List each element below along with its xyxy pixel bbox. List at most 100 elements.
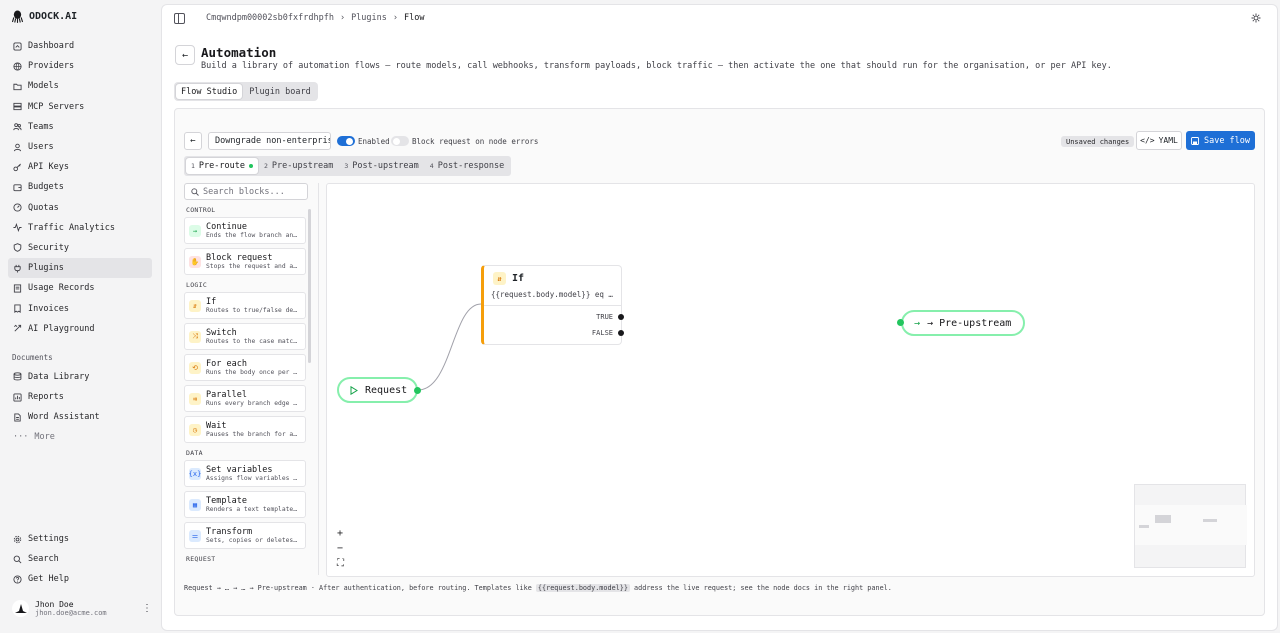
sidebar-item-usage-records[interactable]: Usage Records (8, 278, 152, 298)
stage-number: 1 (191, 162, 195, 170)
sidebar-item-label: Budgets (28, 182, 64, 193)
active-dot-icon (248, 164, 253, 168)
flow-canvas[interactable]: Request ⇵ If {{request.body.model}} eq …… (326, 183, 1255, 577)
block-icon: ⚌ (189, 529, 201, 542)
block-on-error-toggle[interactable] (391, 136, 409, 146)
sidebar-bottom: Settings Search Get Help (8, 529, 152, 590)
block-for-each[interactable]: ⟲ For each Runs the body once per item (184, 354, 306, 381)
sidebar-item-label: Search (28, 554, 59, 565)
yaml-button[interactable]: </> YAML (1136, 131, 1182, 150)
help-code: {{request.body.model}} (535, 584, 630, 592)
sidebar-item-label: AI Playground (28, 323, 95, 334)
stage-tab-pre-route[interactable]: 1 Pre-route (186, 158, 258, 174)
sidebar-item-users[interactable]: Users (8, 137, 152, 157)
user-menu[interactable]: Jhon Doe jhon.doe@acme.com ⋮ (12, 600, 152, 617)
search-blocks-input[interactable]: Search blocks... (184, 183, 308, 200)
block-text: ContinueEnds the flow branch and continu… (206, 222, 300, 239)
flow-back-button[interactable]: ← (184, 132, 202, 150)
minimap[interactable] (1134, 484, 1247, 568)
sidebar-item-invoices[interactable]: Invoices (8, 298, 152, 318)
block-description: Runs every branch edge concurrently (206, 400, 300, 407)
sidebar-item-data-library[interactable]: Data Library (8, 367, 152, 387)
pre-upstream-input-handle[interactable] (897, 319, 904, 326)
sidebar-item-search[interactable]: Search (8, 549, 152, 569)
block-wait[interactable]: ◷ WaitPauses the branch for a delay (184, 416, 306, 443)
fit-view-icon[interactable]: ⛶ (337, 558, 344, 569)
sidebar-item-dashboard[interactable]: Dashboard (8, 36, 152, 56)
block-block-request[interactable]: ✋ Block requestStops the request and answ… (184, 248, 306, 275)
zoom-out-icon[interactable]: − (337, 543, 344, 554)
zoom-controls: + − ⛶ (337, 528, 344, 569)
flow-name-input[interactable]: Downgrade non-enterprise (208, 132, 331, 150)
help-suffix: address the live request; see the node d… (629, 584, 892, 592)
breadcrumb-org[interactable]: Cmqwndpm00002sb0fxfrdhpfh (206, 13, 334, 23)
sidebar-item-mcp-servers[interactable]: MCP Servers (8, 97, 152, 117)
stage-number: 2 (263, 162, 268, 170)
breadcrumb-plugins[interactable]: Plugins (351, 13, 387, 23)
more-vertical-icon[interactable]: ⋮ (142, 603, 152, 614)
block-text: Block requestStops the request and answe… (206, 253, 300, 270)
block-text: WaitPauses the branch for a delay (206, 421, 300, 438)
gear-icon (13, 535, 22, 543)
brand[interactable]: ODOCK.AI (12, 10, 77, 23)
true-handle[interactable] (618, 314, 624, 320)
block-description: Runs the body once per item (206, 369, 300, 376)
main-panel: Cmqwndpm00002sb0fxfrdhpfh › Plugins › Fl… (161, 4, 1278, 631)
avatar (12, 600, 29, 617)
request-node[interactable]: Request (337, 377, 418, 403)
tab-flow-studio[interactable]: Flow Studio (176, 84, 243, 99)
group-request: REQUEST (186, 555, 216, 563)
block-switch[interactable]: ⤨ Switch Routes to the case matching (184, 323, 306, 350)
sidebar-item-label: Teams (28, 121, 54, 132)
if-node-condition: {{request.body.model}} eq … (491, 290, 613, 299)
breadcrumb-flow: Flow (404, 13, 425, 23)
sidebar-item-traffic-analytics[interactable]: Traffic Analytics (8, 218, 152, 238)
edges-layer (417, 303, 482, 391)
sun-icon[interactable] (1251, 13, 1261, 23)
stage-tab-post-upstream[interactable]: 3 Post-upstream (339, 158, 423, 174)
sidebar-item-providers[interactable]: Providers (8, 56, 152, 76)
sidebar-item-get-help[interactable]: Get Help (8, 569, 152, 589)
false-handle[interactable] (618, 330, 624, 336)
sidebar-item-models[interactable]: Models (8, 76, 152, 96)
sidebar-item-settings[interactable]: Settings (8, 529, 152, 549)
block-template[interactable]: ▦ TemplateRenders a text template into (184, 491, 306, 518)
stage-help-text: Request → … → … → Pre-upstream · After a… (184, 584, 892, 592)
stage-label: Pre-route (198, 161, 245, 171)
if-node[interactable]: ⇵ If {{request.body.model}} eq … TRUE FA… (481, 265, 622, 345)
sidebar-item-api-keys[interactable]: API Keys (8, 157, 152, 177)
tab-plugin-board[interactable]: Plugin board (244, 84, 315, 99)
sidebar-toggle-icon[interactable] (174, 13, 185, 24)
sidebar-item-ai-playground[interactable]: AI Playground (8, 319, 152, 339)
palette-scrollbar[interactable] (308, 209, 311, 363)
pre-upstream-node[interactable]: → → Pre-upstream (901, 310, 1025, 336)
block-description: Assigns flow variables used later (206, 475, 300, 482)
sidebar-item-reports[interactable]: Reports (8, 387, 152, 407)
block-transform[interactable]: ⚌ TransformSets, copies or deletes fields (184, 522, 306, 549)
sidebar-item-label: Get Help (28, 574, 69, 585)
sidebar-item-plugins[interactable]: Plugins (8, 258, 152, 279)
sidebar-item-word-assistant[interactable]: Word Assistant (8, 407, 152, 427)
block-continue[interactable]: → ContinueEnds the flow branch and contin… (184, 217, 306, 244)
branch-icon: ⇵ (493, 272, 506, 285)
palette-divider[interactable] (318, 183, 319, 575)
stage-tab-pre-upstream[interactable]: 2 Pre-upstream (259, 158, 338, 174)
sidebar-item-security[interactable]: Security (8, 238, 152, 258)
enabled-toggle[interactable] (337, 136, 355, 146)
folder-icon (13, 83, 22, 91)
block-parallel[interactable]: ⇉ ParallelRuns every branch edge concurre… (184, 385, 306, 412)
block-if[interactable]: ⇵ IfRoutes to true/false depending (184, 292, 306, 319)
save-flow-button[interactable]: Save flow (1186, 131, 1255, 150)
sidebar-item-quotas[interactable]: Quotas (8, 198, 152, 218)
playground-icon (14, 324, 22, 332)
sidebar-item-teams[interactable]: Teams (8, 117, 152, 137)
zoom-in-icon[interactable]: + (337, 528, 344, 539)
request-output-handle[interactable] (414, 387, 421, 394)
block-set-variables[interactable]: {x} Set variables Assigns flow variables u… (184, 460, 306, 487)
block-title: Continue (206, 222, 247, 232)
save-icon (1191, 136, 1199, 145)
sidebar-item-more[interactable]: ··· More (8, 427, 152, 447)
back-button[interactable]: ← (175, 45, 195, 65)
sidebar-item-budgets[interactable]: Budgets (8, 177, 152, 197)
stage-tab-post-response[interactable]: 4 Post-response (425, 158, 509, 174)
